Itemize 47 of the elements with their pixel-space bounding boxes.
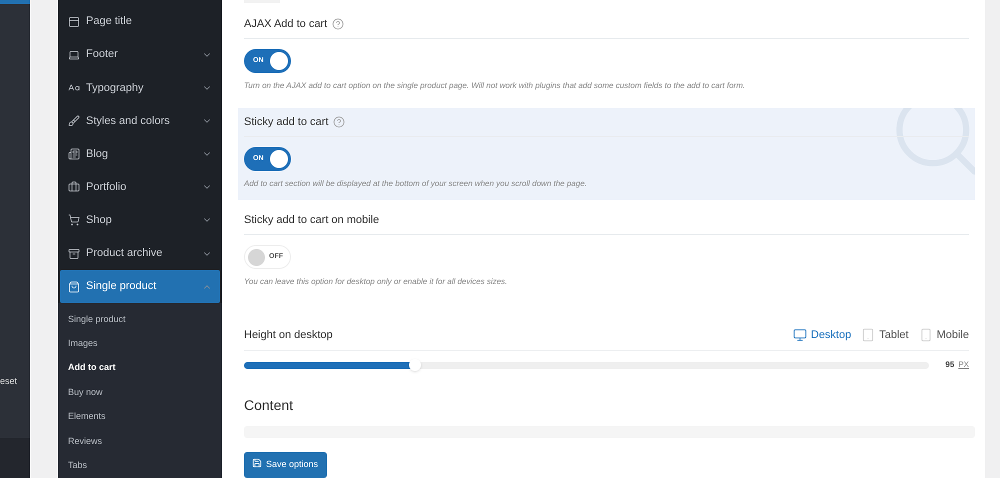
- sidebar-item[interactable]: Product archive: [60, 236, 220, 270]
- device-tab[interactable]: Desktop: [792, 326, 852, 344]
- option-title: Sticky add to cart on mobile: [244, 212, 380, 228]
- device-tab[interactable]: Mobile: [918, 326, 969, 344]
- submenu-item[interactable]: Reviews: [58, 429, 112, 454]
- slider-value: 95: [945, 359, 954, 372]
- save-icon: [252, 458, 262, 468]
- briefcase-icon: [68, 181, 80, 194]
- slider-thumb[interactable]: [409, 358, 422, 371]
- section-title: Content: [244, 396, 294, 416]
- help-icon[interactable]: [332, 18, 344, 30]
- laptop-icon: [68, 48, 80, 61]
- panel-icon: [68, 16, 80, 28]
- submenu-item[interactable]: Add to cart: [58, 356, 126, 380]
- option-description: Turn on the AJAX add to cart option on the single product page. Will not work with plugins that add some custom fields to the add to cart form.: [244, 80, 746, 92]
- brush-icon: [68, 114, 80, 127]
- bag-icon: [68, 280, 80, 293]
- save-button[interactable]: Save options: [244, 452, 327, 478]
- option-title: Height on desktop: [244, 328, 333, 343]
- option-description: You can leave this option for desktop only or enable it for all devices sizes.: [244, 276, 508, 288]
- help-icon[interactable]: [333, 116, 346, 128]
- device-tab[interactable]: Tablet: [861, 326, 909, 344]
- phone-icon: [918, 328, 933, 342]
- submenu-item[interactable]: Buy now: [58, 380, 113, 405]
- sidebar-item[interactable]: Footer: [60, 38, 220, 72]
- slider-track[interactable]: [244, 362, 930, 369]
- sidebar-item[interactable]: Styles and colors: [60, 104, 220, 138]
- submenu-item[interactable]: Tabs: [58, 454, 98, 478]
- option-title: Sticky add to cart: [244, 114, 328, 130]
- sidebar-item[interactable]: Page title: [60, 5, 220, 38]
- sidebar-item[interactable]: Single product: [60, 270, 220, 304]
- archive-icon: [68, 248, 80, 260]
- monitor-icon: [792, 328, 807, 342]
- submenu-item[interactable]: Single product: [58, 307, 136, 332]
- submenu-item[interactable]: Images: [58, 332, 108, 356]
- tablet-icon: [861, 328, 876, 342]
- sidebar-item[interactable]: Shop: [60, 204, 220, 237]
- submenu-item[interactable]: Elements: [58, 404, 116, 430]
- newspaper-icon: [68, 148, 80, 160]
- option-description: Add to cart section will be displayed at the bottom of your screen when you scroll down the page.: [244, 178, 588, 190]
- sidebar-item[interactable]: Blog: [60, 138, 220, 171]
- option-title: AJAX Add to cart: [244, 16, 328, 32]
- cart-icon: [68, 214, 80, 226]
- sidebar-item[interactable]: Typography: [60, 71, 220, 104]
- reset-link[interactable]: eset: [0, 374, 30, 388]
- unit-link[interactable]: PX: [958, 359, 969, 372]
- sidebar-item[interactable]: Portfolio: [60, 170, 220, 204]
